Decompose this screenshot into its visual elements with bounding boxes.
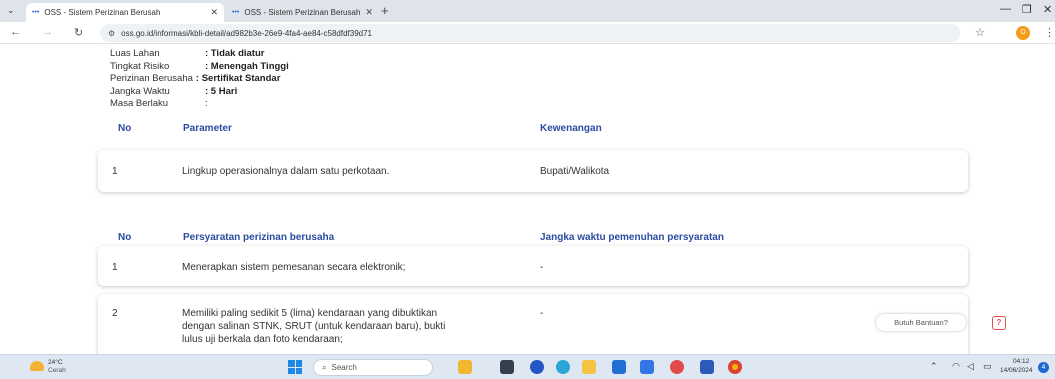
edge-browser-icon[interactable]	[556, 360, 570, 374]
new-tab-button[interactable]: +	[381, 3, 389, 18]
table1-row: 1 Lingkup operasionalnya dalam satu perk…	[98, 150, 968, 192]
help-button[interactable]: Butuh Bantuan?	[876, 314, 966, 331]
table2-header-no: No	[118, 232, 132, 243]
table2-row: 1 Menerapkan sistem pemesanan secara ele…	[98, 246, 968, 286]
info-value: : Tidak diatur	[205, 48, 265, 59]
taskbar: 24°C Cerah ⌕ Search ⌃ ◠ ◁ ▭ 04:12 14/06/…	[0, 354, 1055, 379]
search-icon: ⌕	[322, 362, 327, 372]
table1-header-parameter: Parameter	[183, 123, 232, 134]
info-value: : 5 Hari	[205, 85, 238, 97]
chrome-browser-icon[interactable]	[728, 360, 742, 374]
row-persyaratan: Menerapkan sistem pemesanan secara elekt…	[182, 262, 406, 273]
back-arrow-icon[interactable]: ←	[10, 26, 21, 38]
row-persyaratan-line: Memiliki paling sedikit 5 (lima) kendara…	[182, 308, 438, 319]
tab-oss-inactive[interactable]: ••• OSS - Sistem Perizinan Berusah ✕	[226, 3, 376, 22]
profile-avatar[interactable]: O	[1016, 26, 1030, 40]
row-number: 2	[112, 308, 118, 319]
notification-badge[interactable]: 4	[1038, 362, 1049, 373]
browser-toolbar: ← → ↻ ⚙ oss.go.id/informasi/kbli-detail/…	[0, 22, 1055, 44]
kbli-info-list: Luas Lahan : Tidak diatur Tingkat Risiko…	[110, 48, 289, 111]
minimize-icon[interactable]: —	[1000, 3, 1011, 15]
browser-tab-strip: ⌄ ••• OSS - Sistem Perizinan Berusah ✕ •…	[0, 0, 1055, 22]
row-persyaratan: Memiliki paling sedikit 5 (lima) kendara…	[182, 307, 542, 346]
info-value: : Sertifikat Standar	[195, 73, 281, 84]
info-label: Masa Berlaku	[110, 98, 169, 109]
table2-header-jangka-waktu: Jangka waktu pemenuhan persyaratan	[540, 232, 724, 243]
weather-condition: Cerah	[48, 367, 66, 374]
forward-arrow-icon[interactable]: →	[42, 26, 53, 38]
url-text: oss.go.id/informasi/kbli-detail/ad982b3e…	[121, 28, 373, 38]
tab-title: OSS - Sistem Perizinan Berusah	[44, 8, 161, 17]
row-number: 1	[112, 166, 118, 177]
oss-favicon-icon: •••	[232, 9, 240, 16]
clock-time[interactable]: 04:12	[1013, 358, 1029, 365]
battery-icon[interactable]: ▭	[983, 361, 992, 372]
search-placeholder: Search	[331, 363, 357, 372]
info-row: Jangka Waktu : 5 Hari	[110, 86, 289, 99]
word-app-icon[interactable]	[700, 360, 714, 374]
chat-app-icon[interactable]	[530, 360, 544, 374]
wifi-icon[interactable]: ◠	[952, 361, 960, 372]
page-content: Luas Lahan : Tidak diatur Tingkat Risiko…	[0, 44, 1055, 354]
oss-favicon-icon: •••	[32, 9, 40, 16]
info-label: Tingkat Risiko	[110, 60, 170, 72]
info-row: Perizinan Berusaha : Sertifikat Standar	[110, 73, 289, 86]
site-info-icon[interactable]: ⚙	[108, 29, 115, 38]
info-row: Masa Berlaku :	[110, 98, 289, 111]
bookmark-star-icon[interactable]: ☆	[975, 26, 985, 39]
weather-temperature: 24°C	[48, 359, 63, 366]
row-parameter: Lingkup operasionalnya dalam satu perkot…	[182, 166, 390, 177]
info-value: :	[205, 98, 208, 109]
table2-header-persyaratan: Persyaratan perizinan berusaha	[183, 232, 335, 243]
window-close-icon[interactable]: ✕	[1043, 3, 1052, 16]
taskbar-search-box[interactable]: ⌕ Search	[313, 359, 433, 376]
mail-app-icon[interactable]	[640, 360, 654, 374]
help-chat-icon[interactable]: ?	[992, 316, 1006, 330]
weather-sun-icon[interactable]	[30, 361, 44, 371]
row-persyaratan-line: dengan salinan STNK, SRUT (untuk kendara…	[182, 321, 446, 332]
info-value: : Menengah Tinggi	[205, 60, 289, 72]
widgets-app-icon[interactable]	[458, 360, 472, 374]
info-row: Luas Lahan : Tidak diatur	[110, 48, 289, 61]
row-persyaratan-line: lulus uji berkala dan foto kendaraan;	[182, 334, 343, 345]
reload-icon[interactable]: ↻	[74, 26, 83, 39]
windows-start-icon[interactable]	[288, 360, 302, 374]
table1-header-kewenangan: Kewenangan	[540, 123, 602, 134]
restore-icon[interactable]: ❐	[1022, 3, 1032, 16]
row-number: 1	[112, 262, 118, 273]
info-label: Luas Lahan	[110, 48, 160, 59]
table1-header-no: No	[118, 123, 132, 134]
table2-row: 2 Memiliki paling sedikit 5 (lima) kenda…	[98, 294, 968, 354]
info-label: Jangka Waktu	[110, 85, 170, 97]
task-view-icon[interactable]	[500, 360, 514, 374]
tab-close-icon[interactable]: ✕	[210, 7, 218, 18]
tab-search-chevron-icon[interactable]: ⌄	[7, 5, 15, 16]
opera-browser-icon[interactable]	[670, 360, 684, 374]
row-jangka-waktu: -	[540, 262, 544, 273]
volume-icon[interactable]: ◁	[967, 361, 974, 372]
tab-close-icon[interactable]: ✕	[365, 7, 373, 18]
address-bar[interactable]: ⚙ oss.go.id/informasi/kbli-detail/ad982b…	[100, 24, 960, 42]
file-explorer-icon[interactable]	[582, 360, 596, 374]
info-label: Perizinan Berusaha	[110, 73, 193, 84]
row-kewenangan: Bupati/Walikota	[540, 166, 610, 177]
browser-menu-icon[interactable]: ⋮	[1044, 26, 1055, 39]
store-app-icon[interactable]	[612, 360, 626, 374]
info-row: Tingkat Risiko : Menengah Tinggi	[110, 61, 289, 74]
clock-date[interactable]: 14/06/2024	[1000, 367, 1033, 374]
tab-title: OSS - Sistem Perizinan Berusah	[244, 8, 361, 17]
row-jangka-waktu: -	[540, 308, 544, 319]
tab-oss-active[interactable]: ••• OSS - Sistem Perizinan Berusah ✕	[26, 3, 224, 22]
tray-chevron-up-icon[interactable]: ⌃	[930, 361, 938, 372]
